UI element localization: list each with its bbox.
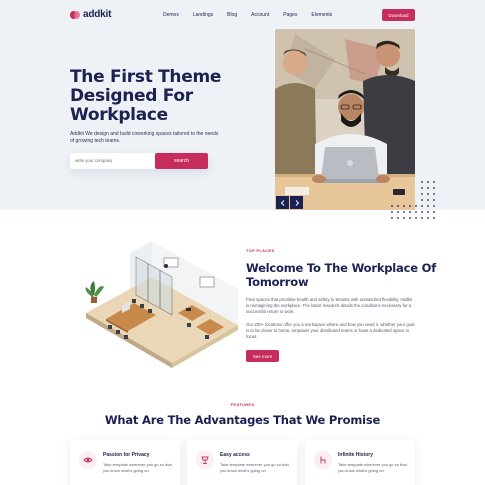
top-nav: addkit Demos Landings Blog Account Pages… — [0, 0, 485, 30]
menu-item-landings[interactable]: Landings — [193, 12, 213, 18]
menu-item-elements[interactable]: Elements — [311, 12, 332, 18]
feature-card-text: Take template wherever you go so that yo… — [103, 462, 172, 473]
logo-text: addkit — [83, 9, 112, 20]
logo-icon — [70, 10, 80, 20]
menu-item-blog[interactable]: Blog — [227, 12, 237, 18]
feature-card-text: Take template wherever you go so that yo… — [338, 462, 407, 473]
advantages-title: What Are The Advantages That We Promise — [104, 413, 381, 427]
search-button[interactable]: search — [155, 153, 208, 169]
dot-pattern — [391, 181, 435, 219]
advantages-cards: Passion for Privacy Take template wherev… — [70, 440, 415, 485]
lamp-icon — [196, 451, 214, 469]
feature-card-access[interactable]: Easy access Take template wherever you g… — [187, 440, 297, 485]
welcome-eyebrow: TOP PLACES — [246, 248, 275, 253]
feature-card-text: Take template wherever you go so that yo… — [220, 462, 289, 473]
menu-item-account[interactable]: Account — [251, 12, 269, 18]
chevron-right-icon[interactable] — [290, 196, 303, 209]
welcome-title: Welcome To The Workplace Of Tomorrow — [246, 261, 437, 289]
feature-card-privacy[interactable]: Passion for Privacy Take template wherev… — [70, 440, 180, 485]
advantages-eyebrow: FEATURES — [230, 402, 255, 407]
menu-item-demos[interactable]: Demos — [163, 12, 179, 18]
hero-description: Addkit We design and build coworking spa… — [70, 131, 219, 144]
main-menu: Demos Landings Blog Account Pages Elemen… — [163, 12, 346, 18]
see-more-button[interactable]: See more — [246, 350, 279, 362]
company-search-form: write your company search — [70, 153, 208, 169]
feature-card-title: Passion for Privacy — [103, 452, 150, 458]
logo[interactable]: addkit — [70, 9, 111, 20]
eye-icon — [79, 451, 97, 469]
company-input[interactable]: write your company — [75, 158, 112, 163]
hero-title: The First Theme Designed For Workplace — [70, 67, 222, 125]
feature-card-title: Easy access — [220, 452, 250, 458]
menu-item-pages[interactable]: Pages — [283, 12, 297, 18]
chair-icon — [314, 451, 332, 469]
welcome-paragraph-1: Flexi spaces that prioritise health and … — [246, 297, 413, 314]
feature-card-title: Infinite History — [338, 452, 374, 458]
download-button[interactable]: Download — [382, 9, 415, 21]
welcome-paragraph-2: Our 200+ locations offer you a workspace… — [246, 322, 415, 339]
isometric-office-illustration — [85, 241, 238, 368]
slider-controls — [276, 196, 304, 209]
chevron-left-icon[interactable] — [276, 196, 289, 209]
feature-card-history[interactable]: Infinite History Take template wherever … — [305, 440, 415, 485]
